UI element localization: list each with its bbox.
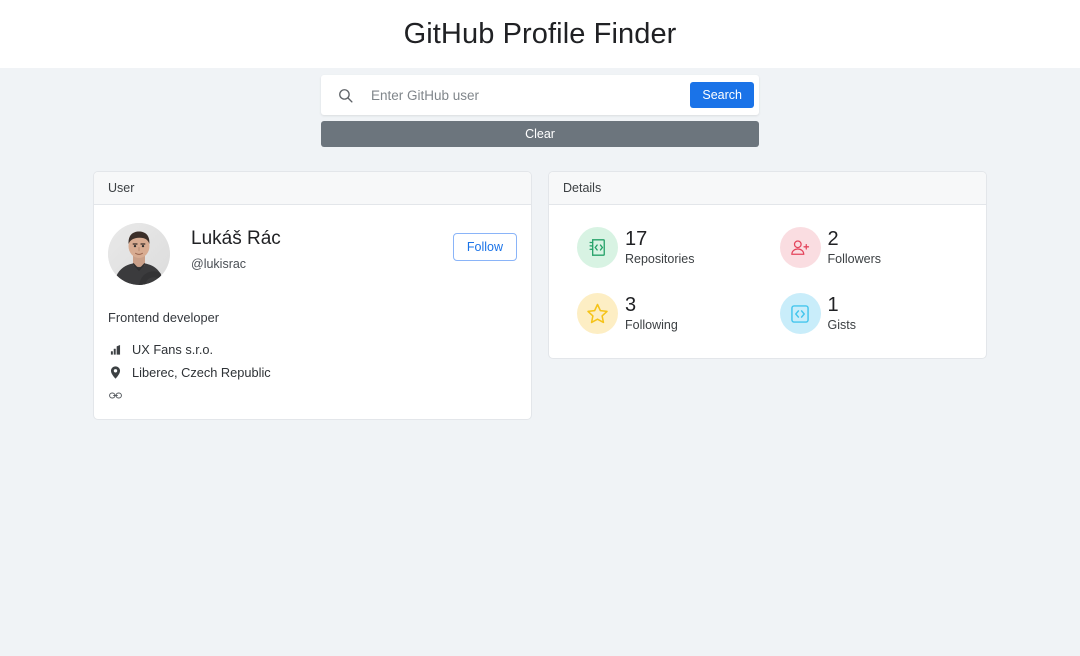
user-meta-company: UX Fans s.r.o. — [108, 342, 517, 357]
repositories-text: 17 Repositories — [625, 228, 695, 267]
repositories-value: 17 — [625, 228, 648, 250]
repositories-icon — [589, 239, 605, 256]
user-identity: Lukáš Rác @lukisrac Follow — [108, 223, 517, 285]
user-meta-location: Liberec, Czech Republic — [108, 365, 517, 380]
user-card: User Lukáš Rác @lukisrac Follow Frontend… — [93, 171, 532, 420]
following-text: 3 Following — [625, 294, 678, 333]
user-meta-link[interactable] — [108, 388, 517, 403]
clear-button[interactable]: Clear — [321, 121, 759, 147]
page-title: GitHub Profile Finder — [403, 17, 677, 50]
search-icon — [333, 83, 357, 107]
page-content: Search Clear User — [0, 68, 1080, 420]
followers-value: 2 — [827, 228, 839, 250]
user-meta-location-text: Liberec, Czech Republic — [132, 365, 271, 380]
following-star-icon — [587, 303, 608, 324]
gists-icon — [791, 304, 809, 323]
followers-label: Followers — [827, 252, 882, 266]
gists-label: Gists — [827, 318, 856, 332]
following-value: 3 — [625, 294, 637, 316]
details-card-body: 17 Repositories 2 Followers 3 Following … — [549, 205, 986, 358]
search-bar[interactable]: Search — [321, 75, 759, 115]
stats-grid: 17 Repositories 2 Followers 3 Following … — [563, 223, 972, 342]
following-bubble — [577, 293, 618, 334]
avatar-image — [108, 223, 170, 285]
user-card-body: Lukáš Rác @lukisrac Follow Frontend deve… — [94, 205, 531, 419]
search-section: Search Clear — [321, 75, 759, 147]
search-button[interactable]: Search — [690, 82, 754, 108]
details-card: Details 17 Repositories 2 Followers 3 Fo… — [548, 171, 987, 359]
repositories-label: Repositories — [625, 252, 695, 266]
stat-gists: 1 Gists — [779, 293, 973, 334]
gists-bubble — [779, 293, 821, 334]
stat-following: 3 Following — [577, 293, 770, 334]
followers-text: 2 Followers — [827, 228, 882, 267]
avatar — [108, 223, 170, 285]
link-icon — [108, 391, 123, 400]
company-icon — [108, 344, 123, 356]
repositories-bubble — [577, 227, 618, 268]
user-fullname: Lukáš Rác — [191, 228, 281, 249]
user-name-block: Lukáš Rác @lukisrac — [191, 223, 453, 271]
follow-button[interactable]: Follow — [452, 233, 517, 261]
user-handle: @lukisrac — [191, 256, 247, 271]
following-label: Following — [625, 318, 678, 332]
gists-text: 1 Gists — [827, 294, 856, 333]
stat-repositories: 17 Repositories — [577, 227, 770, 268]
user-meta-company-text: UX Fans s.r.o. — [132, 342, 214, 357]
gists-value: 1 — [827, 294, 839, 316]
search-input[interactable] — [357, 76, 691, 114]
app-header: GitHub Profile Finder — [0, 0, 1080, 68]
cards-row: User Lukáš Rác @lukisrac Follow Frontend… — [93, 171, 987, 420]
followers-icon — [791, 239, 810, 255]
location-pin-icon — [108, 366, 123, 379]
user-bio: Frontend developer — [108, 310, 219, 325]
user-meta-list: UX Fans s.r.o. Liberec, Czech Republic — [108, 342, 517, 403]
user-card-header: User — [94, 172, 531, 205]
details-card-header: Details — [549, 172, 986, 205]
stat-followers: 2 Followers — [779, 227, 973, 268]
followers-bubble — [779, 227, 821, 268]
